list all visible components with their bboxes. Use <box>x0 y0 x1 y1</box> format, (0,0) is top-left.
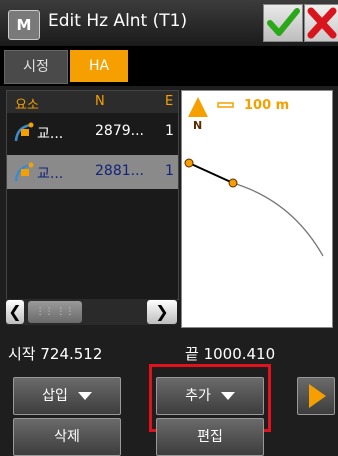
ok-button[interactable] <box>263 4 303 42</box>
point-marker[interactable] <box>228 178 238 188</box>
horizontal-scrollbar[interactable]: ❮ ⋮⋮ ⋮⋮ ❯ <box>6 299 177 325</box>
scroll-right-button[interactable]: ❯ <box>147 300 177 324</box>
list-cell-e: 1 <box>165 163 174 179</box>
list-cell-n: 2879... <box>95 123 144 139</box>
scale-label: 100 m <box>244 98 289 113</box>
insert-button[interactable]: 삽입 <box>13 377 121 415</box>
list-item-selected[interactable]: 교... 2881... 1 <box>7 155 178 189</box>
column-header-n[interactable]: N <box>95 94 105 109</box>
scale-bar <box>217 102 234 108</box>
close-icon <box>307 7 337 39</box>
alignment-plot: N 100 m <box>184 97 324 257</box>
tab-view[interactable]: 시정 <box>4 50 68 84</box>
app-menu-icon[interactable]: M <box>8 10 40 40</box>
curve-element-icon <box>14 122 34 142</box>
column-header-element[interactable]: 요소 <box>15 94 39 113</box>
start-station: 시작 724.512 <box>8 345 103 363</box>
list-cell-element: 교... <box>37 126 64 142</box>
list-item[interactable]: 교... 2879... 1 <box>7 115 178 149</box>
insert-label: 삽입 <box>42 388 68 404</box>
close-button[interactable] <box>304 4 338 42</box>
list-cell-e: 1 <box>165 123 174 139</box>
element-list[interactable]: 요소 N E 교... 2879... 1 교... 2881... 1 <box>6 90 179 300</box>
list-header: 요소 N E <box>7 91 178 113</box>
end-station: 끝 1000.410 <box>185 345 276 363</box>
scroll-left-button[interactable]: ❮ <box>6 300 24 324</box>
point-marker[interactable] <box>184 158 194 168</box>
tab-ha[interactable]: HA <box>70 50 128 82</box>
arrow-right-icon <box>309 384 326 408</box>
check-icon <box>267 8 300 36</box>
window-title: Edit Hz Alnt (T1) <box>48 11 188 31</box>
curve-line <box>232 182 324 257</box>
chevron-down-icon <box>77 392 92 400</box>
curve-element-icon <box>14 162 34 182</box>
list-cell-element: 교... <box>37 166 64 182</box>
north-arrow-icon <box>188 97 208 117</box>
list-cell-n: 2881... <box>95 163 144 179</box>
column-header-e[interactable]: E <box>165 94 173 109</box>
scroll-thumb[interactable]: ⋮⋮ ⋮⋮ <box>28 301 82 323</box>
north-label: N <box>193 119 202 132</box>
delete-button[interactable]: 삭제 <box>13 418 121 456</box>
tangent-line <box>188 162 234 184</box>
map-view[interactable]: N 100 m <box>181 90 333 328</box>
next-page-button[interactable] <box>297 377 335 415</box>
edit-button[interactable]: 편집 <box>156 418 264 456</box>
